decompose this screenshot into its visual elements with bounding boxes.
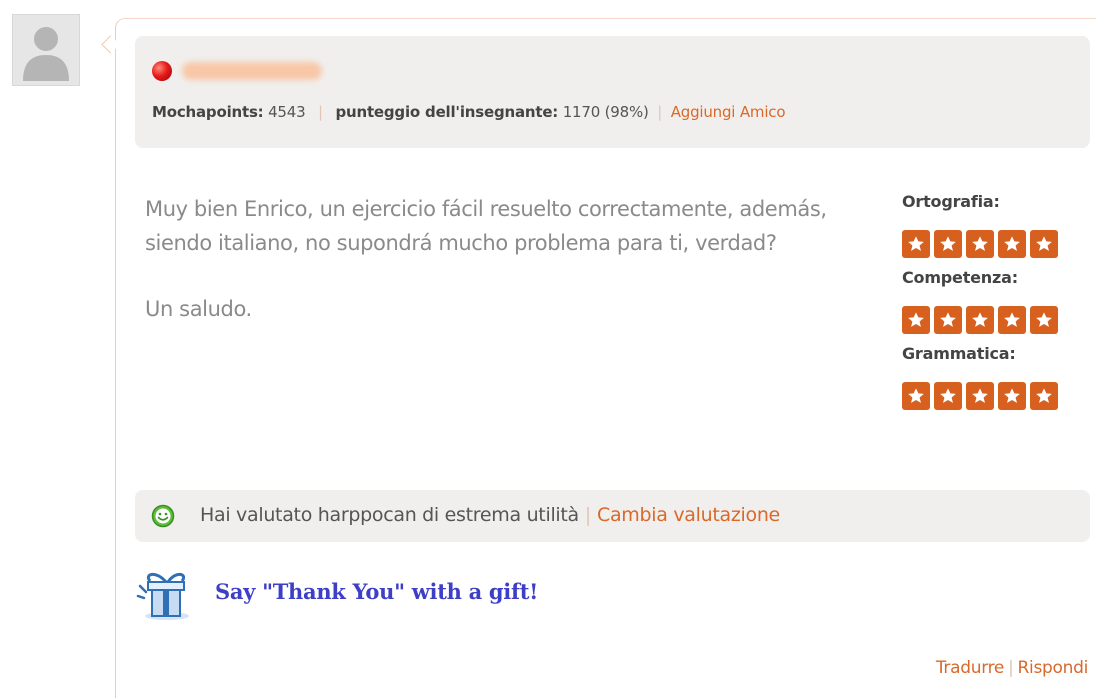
mochapoints-label: Mochapoints: [152, 103, 264, 121]
star-icon [1030, 230, 1058, 258]
star-rating [902, 382, 1082, 418]
online-status-icon [152, 61, 172, 81]
star-icon [902, 306, 930, 334]
star-icon [902, 230, 930, 258]
star-rating [902, 230, 1082, 266]
smiley-icon [151, 504, 175, 528]
mochapoints-value: 4543 [268, 103, 306, 121]
teacher-score-value: 1170 (98%) [562, 103, 649, 121]
divider: | [1008, 658, 1014, 678]
teacher-score-label: punteggio dell'insegnante: [335, 103, 559, 121]
rating-label-competence: Competenza: [902, 268, 1018, 287]
divider: | [318, 103, 323, 121]
star-icon [1030, 382, 1058, 410]
comment-paragraph: Muy bien Enrico, un ejercicio fácil resu… [145, 197, 827, 255]
star-icon [966, 382, 994, 410]
gift-link[interactable]: Say "Thank You" with a gift! [215, 579, 538, 604]
star-icon [998, 306, 1026, 334]
star-icon [934, 230, 962, 258]
divider: | [584, 504, 591, 526]
star-icon [966, 230, 994, 258]
star-icon [934, 382, 962, 410]
star-icon [998, 230, 1026, 258]
user-stats: Mochapoints: 4543 | punteggio dell'inseg… [152, 103, 786, 121]
star-icon [966, 306, 994, 334]
rating-label-spelling: Ortografia: [902, 192, 1000, 211]
translate-link[interactable]: Tradurre [936, 658, 1005, 678]
star-icon [934, 306, 962, 334]
gift-box-icon[interactable] [136, 566, 198, 622]
star-icon [998, 382, 1026, 410]
rating-label-grammar: Grammatica: [902, 344, 1016, 363]
star-rating [902, 306, 1082, 342]
comment-body: Muy bien Enrico, un ejercicio fácil resu… [145, 192, 875, 358]
usefulness-status: Hai valutato harppocan di estrema utilit… [200, 504, 780, 526]
usefulness-text: Hai valutato harppocan di estrema utilit… [200, 504, 579, 526]
change-rating-link[interactable]: Cambia valutazione [597, 504, 780, 526]
divider: | [657, 103, 663, 121]
user-header [135, 36, 1090, 148]
default-user-icon [13, 15, 79, 85]
ratings-panel: Ortografia: Competenza: Grammatica: [902, 190, 1082, 418]
star-icon [1030, 306, 1058, 334]
comment-paragraph: Un saludo. [145, 297, 252, 321]
star-icon [902, 382, 930, 410]
username-redacted[interactable] [182, 62, 322, 80]
reply-link[interactable]: Rispondi [1018, 658, 1089, 678]
add-friend-link[interactable]: Aggiungi Amico [671, 103, 786, 121]
avatar[interactable] [12, 14, 80, 86]
footer-actions: Tradurre | Rispondi [936, 658, 1088, 678]
